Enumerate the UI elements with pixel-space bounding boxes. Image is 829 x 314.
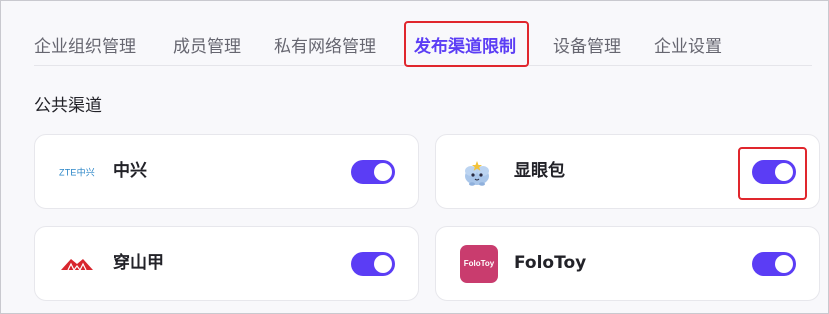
zte-logo-icon: ZTE中兴 <box>59 167 95 177</box>
toggle-knob <box>775 162 793 181</box>
channel-card-zte: ZTE中兴 中兴 <box>34 134 419 209</box>
channel-toggle-zte[interactable] <box>351 159 395 184</box>
channel-name: 显眼包 <box>514 161 565 181</box>
tab-bar: 企业组织管理 成员管理 私有网络管理 发布渠道限制 设备管理 企业设置 <box>34 29 812 66</box>
section-title: 公共渠道 <box>34 96 102 116</box>
tab-device-management[interactable]: 设备管理 <box>553 29 621 65</box>
channel-card-pangolin: 穿山甲 <box>34 226 419 301</box>
channel-card-folotoy: FoloToy FoloToy <box>435 226 820 301</box>
tab-private-network[interactable]: 私有网络管理 <box>274 29 376 65</box>
window-frame: 企业组织管理 成员管理 私有网络管理 发布渠道限制 设备管理 企业设置 公共渠道… <box>0 0 829 314</box>
tab-publish-channel-restriction[interactable]: 发布渠道限制 <box>414 29 516 65</box>
toggle-knob <box>775 254 793 273</box>
channel-toggle-pangolin[interactable] <box>351 251 395 276</box>
channel-name: FoloToy <box>514 253 587 273</box>
tab-enterprise-settings[interactable]: 企业设置 <box>654 29 722 65</box>
channel-toggle-xianyanbao[interactable] <box>752 159 796 184</box>
pangolin-logo-icon <box>59 256 95 272</box>
toggle-knob <box>374 254 392 273</box>
channel-name: 中兴 <box>113 161 147 181</box>
mascot-logo-icon <box>460 157 494 187</box>
toggle-knob <box>374 162 392 181</box>
channel-name: 穿山甲 <box>113 253 164 273</box>
tab-member-management[interactable]: 成员管理 <box>173 29 241 65</box>
channel-card-xianyanbao: 显眼包 <box>435 134 820 209</box>
tab-org-management[interactable]: 企业组织管理 <box>34 29 136 65</box>
channel-toggle-folotoy[interactable] <box>752 251 796 276</box>
folotoy-logo-icon: FoloToy <box>460 244 498 283</box>
